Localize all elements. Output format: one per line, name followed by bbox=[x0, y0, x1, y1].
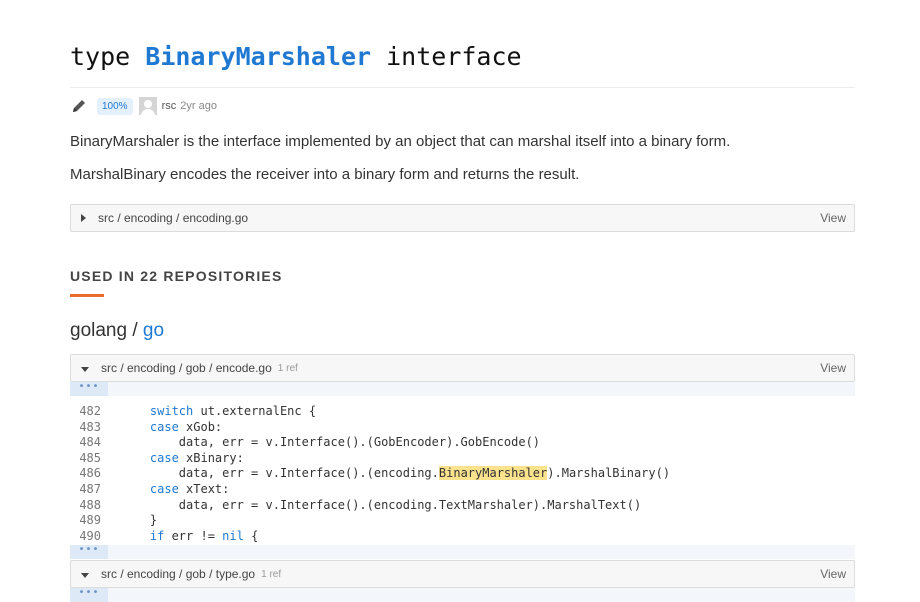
line-number[interactable]: 486 bbox=[70, 466, 101, 482]
line-number[interactable]: 487 bbox=[70, 482, 101, 498]
caret-down-icon[interactable] bbox=[81, 572, 89, 578]
title-divider bbox=[70, 87, 855, 88]
line-number[interactable]: 488 bbox=[70, 498, 101, 514]
pencil-icon[interactable] bbox=[70, 97, 88, 115]
code-snippet: ••• 482 switch ut.externalEnc { 483 case… bbox=[70, 382, 855, 560]
title-kind: interface bbox=[386, 42, 522, 71]
line-number[interactable]: 489 bbox=[70, 513, 101, 529]
line-number[interactable]: 482 bbox=[70, 404, 101, 420]
code-line: 482 switch ut.externalEnc { bbox=[70, 404, 855, 420]
line-number[interactable]: 485 bbox=[70, 451, 101, 467]
view-link[interactable]: View bbox=[820, 211, 846, 225]
code-line: 487 case xText: bbox=[70, 482, 855, 498]
page-title: type BinaryMarshaler interface bbox=[70, 42, 522, 71]
avatar[interactable] bbox=[138, 97, 157, 115]
ref-count: 1 ref bbox=[261, 568, 282, 580]
doc-summary: BinaryMarshaler is the interface impleme… bbox=[70, 133, 731, 150]
timestamp: 2yr ago bbox=[180, 100, 217, 112]
code-line: 490 if err != nil { bbox=[70, 529, 855, 545]
expand-below-button[interactable]: ••• bbox=[70, 545, 855, 560]
heading-underline bbox=[70, 294, 104, 297]
view-link[interactable]: View bbox=[820, 567, 846, 581]
repo-separator: / bbox=[127, 320, 143, 341]
author-name[interactable]: rsc bbox=[162, 100, 177, 112]
definition-file-path[interactable]: src / encoding / encoding.go bbox=[98, 211, 248, 225]
doc-detail: MarshalBinary encodes the receiver into … bbox=[70, 166, 580, 183]
meta-row: 100% rsc 2yr ago bbox=[70, 96, 217, 116]
code-line: 483 case xGob: bbox=[70, 420, 855, 436]
code-line: 486 data, err = v.Interface().(encoding.… bbox=[70, 466, 855, 482]
caret-right-icon[interactable] bbox=[81, 214, 86, 222]
coverage-badge: 100% bbox=[97, 97, 133, 115]
line-number[interactable]: 483 bbox=[70, 420, 101, 436]
file-bar-encode[interactable]: src / encoding / gob / encode.go 1 ref V… bbox=[70, 354, 855, 382]
search-highlight[interactable]: BinaryMarshaler bbox=[438, 466, 548, 481]
used-in-heading: USED IN 22 REPOSITORIES bbox=[70, 268, 283, 284]
ellipsis-icon[interactable]: ••• bbox=[70, 382, 108, 396]
caret-down-icon[interactable] bbox=[81, 366, 89, 372]
code-line: 484 data, err = v.Interface().(GobEncode… bbox=[70, 435, 855, 451]
code-line: 488 data, err = v.Interface().(encoding.… bbox=[70, 498, 855, 514]
expand-above-button[interactable]: ••• bbox=[70, 382, 855, 396]
definition-file-bar[interactable]: src / encoding / encoding.go View bbox=[70, 204, 855, 232]
ellipsis-icon[interactable]: ••• bbox=[70, 545, 108, 560]
repo-owner[interactable]: golang bbox=[70, 320, 127, 341]
line-number[interactable]: 490 bbox=[70, 529, 101, 545]
code-line: 485 case xBinary: bbox=[70, 451, 855, 467]
file-path[interactable]: src / encoding / gob / type.go bbox=[101, 567, 255, 581]
code-line: 489 } bbox=[70, 513, 855, 529]
title-type-name: BinaryMarshaler bbox=[145, 42, 372, 71]
title-keyword: type bbox=[70, 42, 131, 71]
file-bar-type[interactable]: src / encoding / gob / type.go 1 ref Vie… bbox=[70, 560, 855, 588]
repo-name-link[interactable]: go bbox=[143, 320, 164, 341]
repo-heading: golang / go bbox=[70, 320, 164, 342]
view-link[interactable]: View bbox=[820, 361, 846, 375]
code-lines: 482 switch ut.externalEnc { 483 case xGo… bbox=[70, 404, 855, 544]
file-path[interactable]: src / encoding / gob / encode.go bbox=[101, 361, 272, 375]
ref-count: 1 ref bbox=[277, 362, 298, 374]
line-number[interactable]: 484 bbox=[70, 435, 101, 451]
